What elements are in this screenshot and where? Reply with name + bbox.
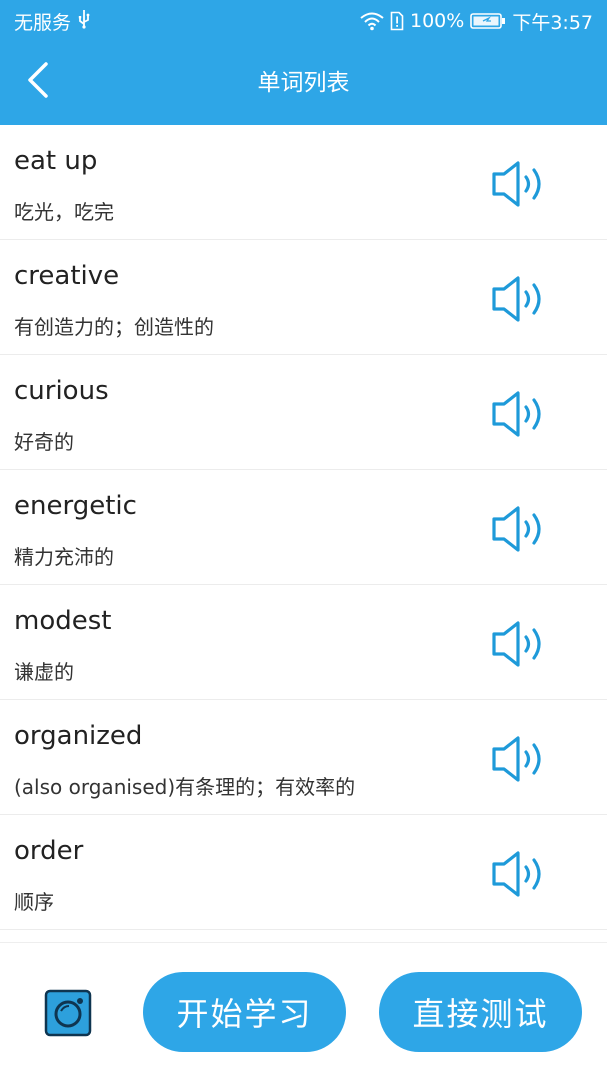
sim-alert-icon: [390, 11, 404, 31]
usb-icon: [77, 9, 91, 34]
word-text: organized: [14, 721, 143, 751]
speaker-icon: [490, 506, 552, 557]
word-list: eat up 吃光，吃完 creative 有创造力的；创造性的 curious…: [0, 125, 607, 930]
speaker-button[interactable]: [490, 160, 552, 208]
word-meaning: (also organised)有条理的；有效率的: [14, 775, 356, 799]
speaker-button[interactable]: [490, 620, 552, 668]
word-text: modest: [14, 606, 112, 636]
word-text: creative: [14, 261, 120, 291]
word-text: order: [14, 836, 84, 866]
page-title: 单词列表: [257, 70, 350, 96]
camera-button[interactable]: [44, 989, 92, 1037]
wifi-icon: [360, 11, 384, 31]
word-row[interactable]: order 顺序: [0, 815, 607, 930]
speaker-icon: [490, 276, 552, 327]
speaker-button[interactable]: [490, 850, 552, 898]
speaker-button[interactable]: [490, 390, 552, 438]
word-row[interactable]: creative 有创造力的；创造性的: [0, 240, 607, 355]
word-row[interactable]: eat up 吃光，吃完: [0, 125, 607, 240]
word-meaning: 精力充沛的: [14, 545, 114, 569]
word-text: energetic: [14, 491, 137, 521]
app-bar: 单词列表: [0, 42, 607, 125]
carrier-text: 无服务: [14, 11, 72, 34]
speaker-button[interactable]: [490, 505, 552, 553]
word-row[interactable]: modest 谦虚的: [0, 585, 607, 700]
battery-icon: [470, 12, 506, 30]
speaker-button[interactable]: [490, 275, 552, 323]
camera-icon: [44, 989, 92, 1041]
word-meaning: 谦虚的: [14, 660, 74, 684]
status-right: 100% 下午3:57: [360, 8, 593, 35]
speaker-icon: [490, 391, 552, 442]
speaker-icon: [490, 621, 552, 672]
battery-percent: 100%: [410, 10, 465, 32]
word-text: eat up: [14, 146, 98, 176]
bottom-bar: 开始学习 直接测试: [0, 942, 607, 1081]
status-left: 无服务: [14, 8, 91, 35]
word-row[interactable]: energetic 精力充沛的: [0, 470, 607, 585]
clock-text: 下午3:57: [512, 11, 593, 34]
word-meaning: 顺序: [14, 890, 54, 914]
word-meaning: 吃光，吃完: [14, 200, 114, 224]
direct-test-button[interactable]: 直接测试: [379, 972, 582, 1052]
word-meaning: 有创造力的；创造性的: [14, 315, 214, 339]
word-meaning: 好奇的: [14, 430, 74, 454]
status-bar: 无服务 100% 下午3:57: [0, 0, 607, 42]
speaker-button[interactable]: [490, 735, 552, 783]
speaker-icon: [490, 851, 552, 902]
start-learning-button[interactable]: 开始学习: [143, 972, 346, 1052]
speaker-icon: [490, 161, 552, 212]
speaker-icon: [490, 736, 552, 787]
word-row[interactable]: organized (also organised)有条理的；有效率的: [0, 700, 607, 815]
word-text: curious: [14, 376, 109, 406]
word-row[interactable]: curious 好奇的: [0, 355, 607, 470]
